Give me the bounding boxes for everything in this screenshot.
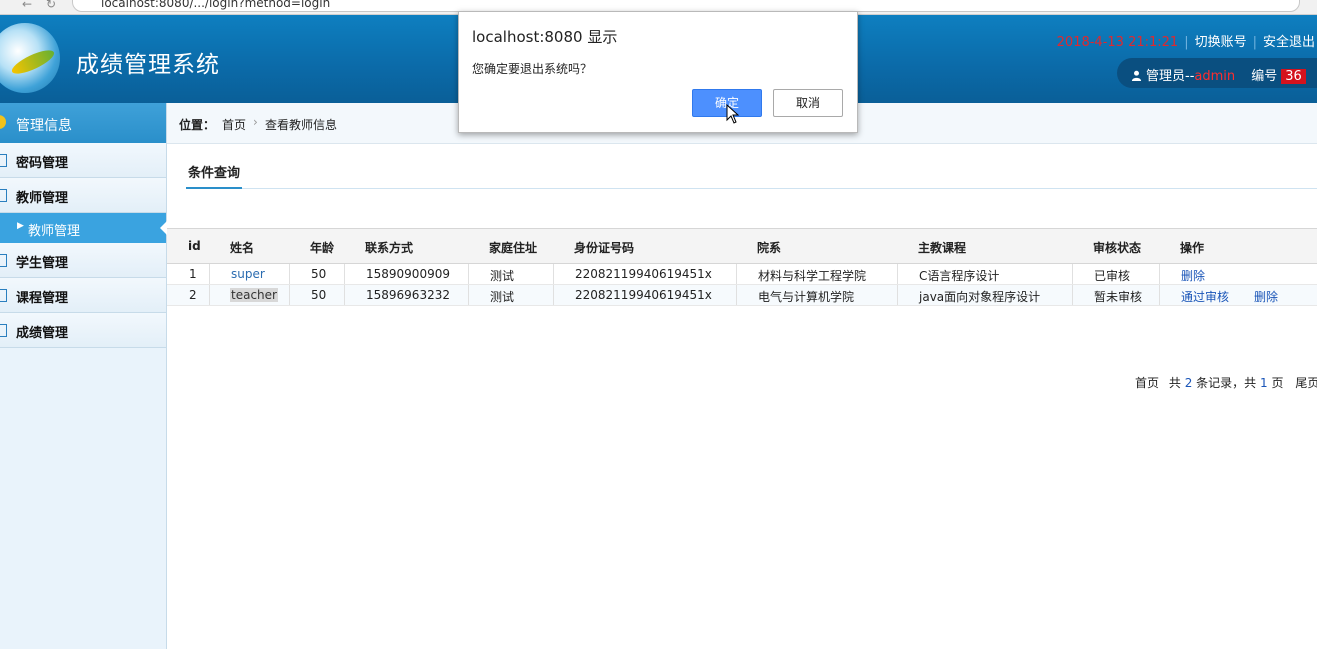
breadcrumb-prefix: 位置： bbox=[179, 118, 216, 132]
sidebar-item-students[interactable]: 学生管理 bbox=[0, 243, 166, 278]
current-datetime: 2018-4-13 21:1:21 bbox=[1056, 35, 1179, 50]
cell-phone: 15890900909 bbox=[366, 267, 450, 281]
cell-age: 50 bbox=[311, 267, 327, 281]
cell-age: 50 bbox=[311, 288, 327, 302]
pager-last[interactable]: 尾页 bbox=[1295, 376, 1317, 390]
col-phone: 联系方式 bbox=[365, 241, 414, 255]
cell-address: 测试 bbox=[490, 269, 515, 283]
confirm-dialog: localhost:8080 显示 您确定要退出系统吗？ 确定 取消 bbox=[458, 11, 858, 133]
breadcrumb-separator: › bbox=[253, 115, 258, 129]
dialog-title: localhost:8080 显示 bbox=[472, 28, 618, 46]
pager-page-unit: 页 bbox=[1271, 376, 1284, 390]
mouse-cursor-icon bbox=[726, 104, 740, 124]
col-status: 审核状态 bbox=[1093, 241, 1142, 255]
sidebar-subitem-label: 教师管理 bbox=[28, 224, 81, 239]
col-age: 年龄 bbox=[310, 241, 335, 255]
list-icon bbox=[0, 254, 7, 267]
list-icon bbox=[0, 154, 7, 167]
delete-link[interactable]: 删除 bbox=[1254, 288, 1278, 305]
user-role: 管理员-- bbox=[1146, 69, 1195, 84]
table-row: 2 teacher 50 15896963232 测试 220821199406… bbox=[167, 285, 1317, 306]
confirm-cancel-button[interactable]: 取消 bbox=[773, 89, 843, 117]
cell-phone: 15896963232 bbox=[366, 288, 450, 302]
sidebar-item-password[interactable]: 密码管理 bbox=[0, 143, 166, 178]
sidebar-item-label: 成绩管理 bbox=[16, 326, 69, 341]
col-actions: 操作 bbox=[1180, 241, 1205, 255]
cell-course: java面向对象程序设计 bbox=[919, 290, 1041, 304]
sidebar: 管理信息 密码管理 教师管理 ▶ 教师管理 学生管理 课程管理 成绩管理 bbox=[0, 103, 167, 649]
pager-records: 条记录，共 bbox=[1196, 376, 1257, 390]
pager-total-prefix: 共 bbox=[1168, 376, 1181, 390]
top-links: 2018-4-13 21:1:21 | 切换账号 | 安全退出 bbox=[1056, 35, 1315, 50]
cell-dept: 电气与计算机学院 bbox=[758, 290, 855, 304]
pager-pages: 1 bbox=[1260, 376, 1268, 390]
cell-status: 已审核 bbox=[1094, 269, 1131, 283]
cell-name: super bbox=[231, 267, 265, 281]
sidebar-item-label: 教师管理 bbox=[16, 191, 69, 206]
sidebar-head-label: 管理信息 bbox=[16, 118, 72, 134]
col-dept: 院系 bbox=[757, 241, 782, 255]
cell-name: teacher bbox=[230, 288, 278, 302]
user-icon bbox=[1131, 70, 1142, 81]
bookmark-star-icon[interactable]: ☆ bbox=[1280, 0, 1291, 3]
sidebar-header: 管理信息 bbox=[0, 103, 166, 143]
cell-dept: 材料与科学工程学院 bbox=[758, 269, 867, 283]
logout-link[interactable]: 安全退出 bbox=[1263, 35, 1315, 50]
sidebar-item-teachers[interactable]: 教师管理 bbox=[0, 178, 166, 213]
sidebar-head-icon bbox=[0, 115, 6, 129]
cell-course: C语言程序设计 bbox=[919, 269, 1000, 283]
tab-condition-query[interactable]: 条件查询 bbox=[186, 162, 243, 189]
cell-idcard: 22082119940619451x bbox=[575, 288, 712, 302]
delete-link[interactable]: 删除 bbox=[1181, 267, 1205, 284]
tab-bar: 条件查询 bbox=[186, 158, 1317, 189]
col-name: 姓名 bbox=[230, 241, 255, 255]
user-name: admin bbox=[1194, 69, 1236, 84]
switch-account-link[interactable]: 切换账号 bbox=[1195, 35, 1247, 50]
sidebar-item-grades[interactable]: 成绩管理 bbox=[0, 313, 166, 348]
list-icon bbox=[0, 289, 7, 302]
active-notch bbox=[160, 221, 167, 235]
col-idcard: 身份证号码 bbox=[574, 241, 635, 255]
user-info-bar: 管理员--admin 编号 36 bbox=[1117, 58, 1317, 88]
pager-total: 2 bbox=[1184, 376, 1193, 390]
breadcrumb-current: 查看教师信息 bbox=[265, 118, 338, 132]
number-label: 编号 bbox=[1251, 69, 1278, 84]
table-header: id 姓名 年龄 联系方式 家庭住址 身份证号码 院系 主教课程 审核状态 操作 bbox=[167, 229, 1317, 264]
sidebar-subitem-teacher-manage[interactable]: ▶ 教师管理 bbox=[0, 213, 167, 243]
approve-link[interactable]: 通过审核 bbox=[1181, 288, 1229, 305]
sidebar-item-label: 密码管理 bbox=[16, 156, 69, 171]
cell-status: 暂未审核 bbox=[1094, 290, 1143, 304]
teacher-table: id 姓名 年龄 联系方式 家庭住址 身份证号码 院系 主教课程 审核状态 操作… bbox=[167, 228, 1317, 306]
table-row: 1 super 50 15890900909 测试 22082119940619… bbox=[167, 264, 1317, 285]
breadcrumb-home[interactable]: 首页 bbox=[222, 116, 246, 133]
cell-address: 测试 bbox=[490, 290, 515, 304]
system-title: 成绩管理系统 bbox=[76, 52, 220, 78]
dialog-message: 您确定要退出系统吗？ bbox=[472, 62, 593, 76]
list-icon bbox=[0, 189, 7, 202]
url-text: localhost:8080/.../login?method=login bbox=[101, 0, 331, 10]
sidebar-item-label: 课程管理 bbox=[16, 291, 69, 306]
number-badge: 36 bbox=[1281, 69, 1306, 84]
list-icon bbox=[0, 324, 7, 337]
pager-first[interactable]: 首页 bbox=[1135, 376, 1159, 390]
cell-id: 1 bbox=[189, 267, 197, 281]
caret-right-icon: ▶ bbox=[17, 221, 24, 231]
pagination: 首页 共 2 条记录，共 1 页 尾页 bbox=[1135, 374, 1317, 391]
back-icon[interactable]: ← bbox=[22, 0, 32, 11]
col-address: 家庭住址 bbox=[489, 241, 538, 255]
col-id: id bbox=[188, 239, 201, 253]
sidebar-item-courses[interactable]: 课程管理 bbox=[0, 278, 166, 313]
cell-idcard: 22082119940619451x bbox=[575, 267, 712, 281]
sidebar-item-label: 学生管理 bbox=[16, 256, 69, 271]
cell-id: 2 bbox=[189, 288, 197, 302]
reload-icon[interactable]: ↻ bbox=[46, 0, 56, 11]
col-course: 主教课程 bbox=[918, 241, 967, 255]
